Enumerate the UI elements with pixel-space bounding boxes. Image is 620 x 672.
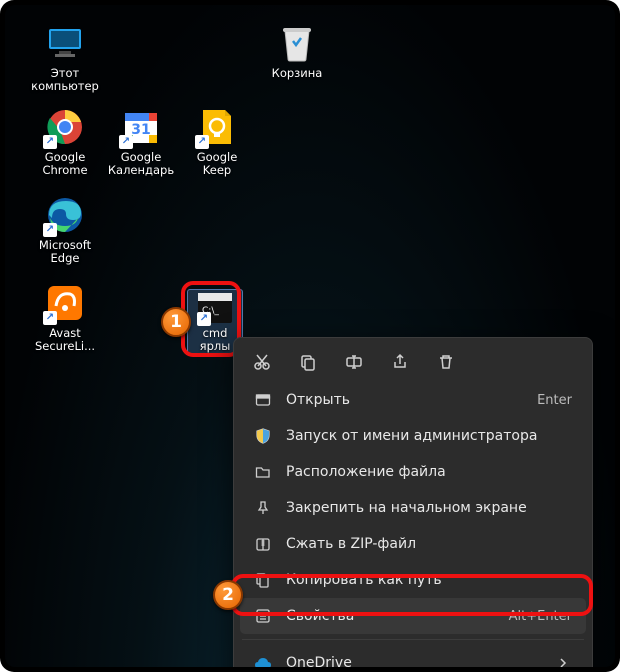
avast-icon: ↗ [45, 283, 85, 323]
icon-label: Корзина [261, 67, 333, 80]
icon-label: Google Keep [181, 151, 253, 177]
monitor-icon [45, 23, 85, 63]
calendar-icon: 31 ↗ [121, 107, 161, 147]
menu-label: Запуск от имени администратора [286, 428, 572, 444]
folder-icon [254, 463, 272, 481]
delete-icon[interactable] [436, 352, 456, 372]
rename-icon[interactable] [344, 352, 364, 372]
context-menu: Открыть Enter Запуск от имени администра… [233, 337, 593, 667]
menu-item-copy-path[interactable]: Копировать как путь [240, 562, 586, 598]
menu-label: Открыть [286, 392, 523, 408]
menu-item-onedrive[interactable]: OneDrive [240, 645, 586, 667]
menu-label: Расположение файла [286, 464, 572, 480]
icon-label: GoogleКалендарь [105, 151, 177, 177]
menu-accel: Enter [537, 393, 572, 408]
zip-icon [254, 535, 272, 553]
icon-label: GoogleChrome [29, 151, 101, 177]
recycle-bin-icon [277, 23, 317, 63]
shortcut-arrow-icon: ↗ [43, 223, 57, 237]
cut-icon[interactable] [252, 352, 272, 372]
open-icon [254, 391, 272, 409]
context-menu-toolbar [240, 344, 586, 382]
shortcut-arrow-icon: ↗ [43, 135, 57, 149]
menu-item-pin-start[interactable]: Закрепить на начальном экране [240, 490, 586, 526]
menu-label: Сжать в ZIP-файл [286, 536, 572, 552]
menu-label: Закрепить на начальном экране [286, 500, 572, 516]
chrome-icon: ↗ [45, 107, 85, 147]
desktop-icon-this-pc[interactable]: Этоткомпьютер [29, 23, 101, 93]
chevron-right-icon [554, 654, 572, 667]
menu-item-file-location[interactable]: Расположение файла [240, 454, 586, 490]
desktop-icon-chrome[interactable]: ↗ GoogleChrome [29, 107, 101, 177]
edge-icon: ↗ [45, 195, 85, 235]
shortcut-arrow-icon: ↗ [119, 135, 133, 149]
svg-text:31: 31 [131, 122, 150, 138]
copy-icon[interactable] [298, 352, 318, 372]
desktop-icon-edge[interactable]: ↗ MicrosoftEdge [29, 195, 101, 265]
desktop-icon-google-calendar[interactable]: 31 ↗ GoogleКалендарь [105, 107, 177, 177]
menu-label: Свойства [286, 608, 495, 624]
menu-item-zip[interactable]: Сжать в ZIP-файл [240, 526, 586, 562]
menu-accel: Alt+Enter [509, 609, 572, 624]
menu-label: Копировать как путь [286, 572, 572, 588]
shortcut-arrow-icon: ↗ [197, 312, 211, 326]
desktop-icon-avast[interactable]: ↗ AvastSecureLi... [29, 283, 101, 353]
icon-label: AvastSecureLi... [29, 327, 101, 353]
desktop-icon-recycle-bin[interactable]: Корзина [261, 23, 333, 80]
cmd-icon: C:\_ ↗ [198, 293, 232, 323]
share-icon[interactable] [390, 352, 410, 372]
copy-path-icon [254, 571, 272, 589]
menu-label: OneDrive [286, 655, 540, 667]
desktop[interactable]: Этоткомпьютер Корзина ↗ GoogleChrome 31 … [5, 5, 615, 667]
shield-icon [254, 427, 272, 445]
onedrive-icon [254, 654, 272, 667]
keep-icon: ↗ [197, 107, 237, 147]
annotation-badge-2: 2 [213, 580, 243, 610]
shortcut-arrow-icon: ↗ [195, 135, 209, 149]
menu-item-properties[interactable]: Свойства Alt+Enter [240, 598, 586, 634]
desktop-icon-google-keep[interactable]: ↗ Google Keep [181, 107, 253, 177]
icon-label: MicrosoftEdge [29, 239, 101, 265]
menu-separator [242, 639, 584, 640]
annotation-badge-1: 1 [161, 307, 191, 337]
properties-icon [254, 607, 272, 625]
pin-icon [254, 499, 272, 517]
shortcut-arrow-icon: ↗ [43, 311, 57, 325]
menu-item-open[interactable]: Открыть Enter [240, 382, 586, 418]
icon-label: Этоткомпьютер [29, 67, 101, 93]
menu-item-run-admin[interactable]: Запуск от имени администратора [240, 418, 586, 454]
